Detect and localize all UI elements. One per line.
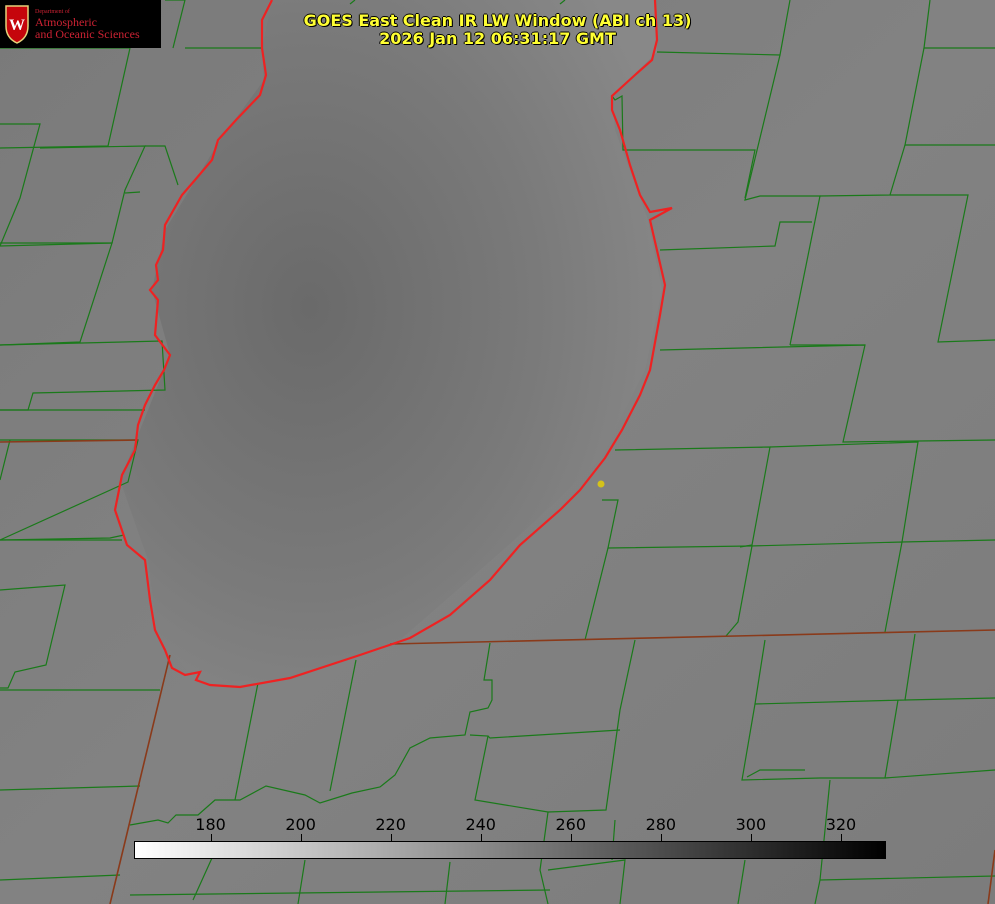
- colorbar-tick-label: 220: [375, 815, 406, 834]
- map-canvas: [0, 0, 995, 904]
- logo-line-2: and Oceanic Sciences: [35, 27, 140, 41]
- colorbar-tick-label: 200: [285, 815, 316, 834]
- uw-aos-logo[interactable]: W Department of Atmospheric and Oceanic …: [0, 0, 161, 48]
- city-marker: [597, 480, 605, 488]
- colorbar-tick-mark: [480, 834, 482, 841]
- colorbar-tick-mark: [750, 834, 752, 841]
- logo-text: Department of Atmospheric and Oceanic Sc…: [35, 8, 140, 40]
- uw-crest-icon: W: [5, 5, 29, 44]
- colorbar-tick-label: 280: [645, 815, 677, 834]
- colorbar-tick-mark: [390, 834, 392, 841]
- colorbar-tick-mark: [300, 834, 302, 841]
- colorbar-tick-label: 240: [465, 815, 496, 834]
- colorbar-tick-mark: [660, 834, 662, 841]
- colorbar-tick-label: 260: [555, 815, 587, 834]
- colorbar-tick-mark: [210, 834, 212, 841]
- colorbar-tick-label: 320: [825, 815, 857, 834]
- satellite-map-view: W Department of Atmospheric and Oceanic …: [0, 0, 995, 904]
- brightness-temperature-colorbar: [134, 841, 886, 859]
- svg-text:W: W: [9, 17, 25, 34]
- colorbar-tick-label: 180: [195, 815, 226, 834]
- colorbar-tick-mark: [840, 834, 842, 841]
- colorbar-tick-mark: [570, 834, 572, 841]
- colorbar-tick-label: 300: [735, 815, 767, 834]
